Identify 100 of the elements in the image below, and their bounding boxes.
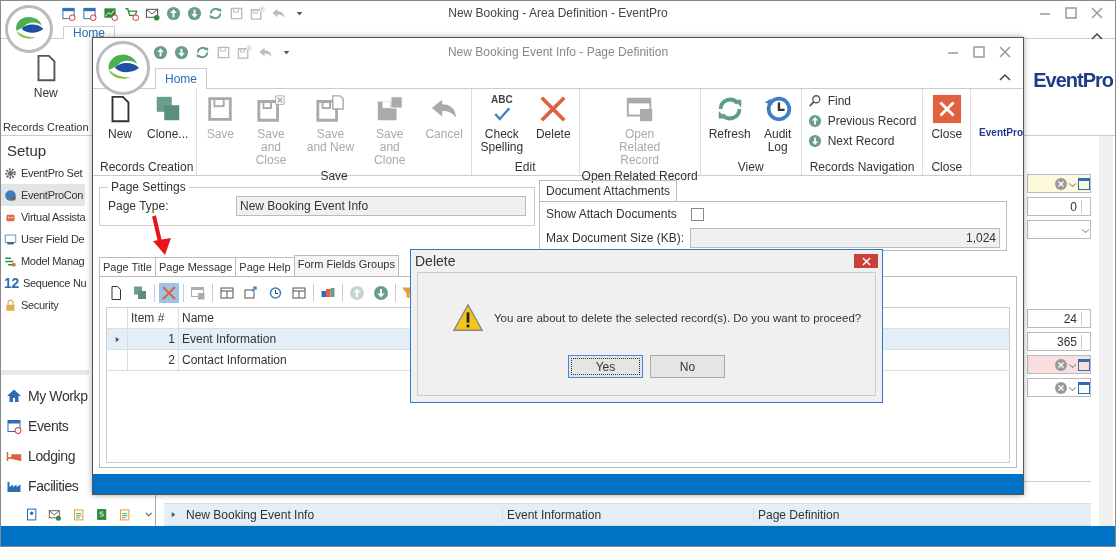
group-label: Close — [931, 160, 963, 174]
squares-icon — [132, 285, 148, 301]
number-field[interactable]: 0 — [1027, 197, 1091, 216]
ribbon-button[interactable]: Refresh — [702, 92, 757, 143]
group-label: Save — [320, 169, 348, 183]
document-icon — [108, 285, 124, 301]
ribbon-button[interactable]: Previous Record — [803, 112, 921, 130]
max-size-field[interactable]: 1,024 — [690, 228, 1000, 248]
close-button[interactable] — [997, 44, 1013, 60]
chart-icon[interactable] — [103, 5, 118, 21]
close-button[interactable] — [1089, 5, 1105, 21]
close-icon — [861, 256, 871, 266]
table-cell: Page Definition — [753, 507, 840, 522]
export-icon — [243, 285, 259, 301]
ribbon-button[interactable]: Close — [925, 92, 969, 143]
sidebar-item[interactable]: Security — [1, 294, 61, 316]
arrows-icon — [4, 254, 17, 268]
padlock-icon — [4, 298, 17, 312]
lookup-field[interactable] — [1027, 378, 1091, 397]
floppy-icon[interactable] — [250, 5, 265, 21]
ribbon-button[interactable]: ABC Check Spelling — [473, 92, 530, 156]
delete-icon — [161, 285, 177, 301]
yes-button[interactable]: Yes — [568, 355, 643, 378]
icon-label: ABC — [491, 94, 513, 105]
table-cell-text: New Booking Event Info — [185, 507, 316, 522]
column-header[interactable]: Item # — [127, 308, 178, 328]
app-logo-icon[interactable] — [96, 41, 150, 95]
group-label: Records Navigation — [809, 160, 915, 174]
checkbox[interactable] — [690, 207, 704, 221]
table-cell: Event Information — [502, 507, 753, 522]
panel-title: Page Settings — [110, 180, 187, 194]
tab[interactable]: Page Message — [154, 257, 237, 276]
no-button[interactable]: No — [650, 355, 725, 378]
collapse-ribbon-icon[interactable] — [1091, 32, 1103, 40]
calendar-icon — [6, 418, 22, 434]
close-button[interactable] — [854, 254, 878, 268]
lookup-field[interactable] — [1027, 355, 1091, 374]
dropdown-field[interactable] — [1027, 220, 1091, 239]
layout-icon — [291, 285, 307, 301]
home-icon — [6, 388, 22, 404]
ribbon-button[interactable]: New — [99, 92, 141, 143]
delete-button[interactable] — [159, 283, 179, 303]
number-field[interactable]: 365 — [1027, 332, 1091, 351]
nav-item[interactable]: Facilities — [1, 471, 80, 501]
down-arrow-button[interactable] — [371, 283, 391, 303]
nav-item[interactable]: Events — [1, 411, 70, 441]
tab[interactable]: Page Title — [99, 257, 156, 276]
ribbon-button[interactable]: Find — [803, 92, 856, 110]
maximize-icon — [1065, 7, 1077, 19]
ribbon-button[interactable]: Clone... — [141, 92, 195, 143]
sidebar-item[interactable]: EventProCon — [1, 184, 86, 206]
clipboard-icon[interactable] — [118, 507, 132, 522]
maximize-button[interactable] — [971, 44, 987, 60]
floppy-icon[interactable] — [237, 44, 252, 60]
sidebar-item[interactable]: User Field De — [1, 228, 87, 250]
number-field[interactable]: 24 — [1027, 309, 1091, 328]
floppy-icon — [315, 94, 346, 124]
splitter-handle[interactable] — [1, 370, 89, 375]
scrollbar[interactable] — [1099, 136, 1113, 526]
nav-item[interactable]: My Workp — [1, 381, 89, 411]
contact-card-icon[interactable] — [25, 507, 39, 522]
ribbon-tab[interactable]: Home — [155, 68, 207, 89]
refresh-icon[interactable] — [195, 44, 210, 60]
section-header: Setup — [6, 141, 48, 161]
ribbon-tab[interactable]: Home — [63, 26, 115, 39]
calendar-icon[interactable] — [61, 5, 76, 21]
ribbon-button[interactable]: Next Record — [803, 132, 899, 150]
collapse-ribbon-icon[interactable] — [999, 73, 1011, 81]
lookup-field[interactable] — [1027, 174, 1091, 193]
new-button[interactable]: New — [24, 51, 67, 102]
clipboard-icon[interactable] — [71, 507, 85, 522]
brand-logo: EventPro — [1033, 69, 1113, 93]
page-type-field[interactable]: New Booking Event Info — [236, 196, 526, 216]
floppy-icon[interactable] — [229, 5, 244, 21]
cart-icon[interactable] — [124, 5, 139, 21]
calendar-icon[interactable] — [82, 5, 97, 21]
floppy-icon[interactable] — [216, 44, 231, 60]
ribbon-button[interactable]: Delete — [529, 92, 577, 143]
sidebar-item[interactable]: EventPro Set — [1, 162, 85, 184]
ribbon-button[interactable]: Audit Log — [756, 92, 799, 156]
sidebar-item[interactable]: 12 Sequence Nu — [1, 272, 89, 294]
sidebar-item[interactable]: Model Manag — [1, 250, 87, 272]
field-label: Show Attach Documents — [546, 207, 677, 221]
clear-icon[interactable] — [1055, 358, 1067, 371]
gear-icon — [4, 166, 17, 180]
clear-icon[interactable] — [1055, 177, 1067, 190]
close-icon — [1091, 7, 1103, 19]
tab[interactable]: Page Help — [235, 257, 295, 276]
clear-icon[interactable] — [1055, 381, 1067, 394]
window-title: New Booking - Area Definition - EventPro — [448, 6, 668, 20]
refresh-icon[interactable] — [208, 5, 223, 21]
nav-item[interactable]: Lodging — [1, 441, 77, 471]
sidebar-item[interactable]: Virtual Assista — [1, 206, 88, 228]
app-logo-icon[interactable] — [5, 5, 53, 53]
envelope-icon[interactable] — [48, 507, 62, 522]
maximize-button[interactable] — [1063, 5, 1079, 21]
money-icon[interactable] — [95, 507, 109, 522]
group-label: Records Creation — [100, 160, 194, 174]
tab[interactable]: Form Fields Groups — [293, 255, 399, 276]
dialog-title: Delete — [415, 253, 456, 269]
